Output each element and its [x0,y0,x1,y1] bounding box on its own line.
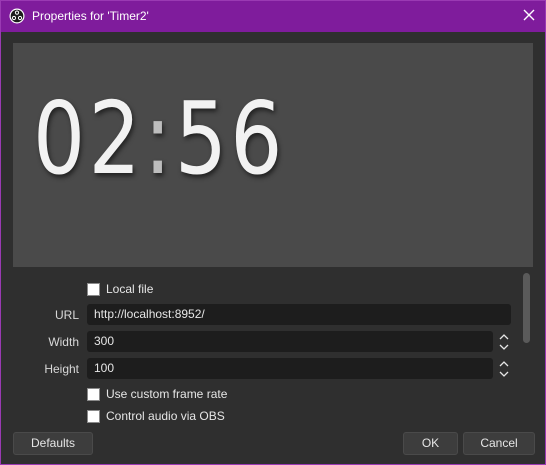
control-audio-row[interactable]: Control audio via OBS [87,408,225,424]
close-button[interactable] [513,1,545,32]
local-file-row[interactable]: Local file [87,281,153,297]
close-icon [523,9,535,24]
custom-frame-rate-label: Use custom frame rate [106,387,228,401]
timer-minutes: 02 [33,80,144,197]
ok-button[interactable]: OK [403,432,458,455]
control-audio-label: Control audio via OBS [106,409,225,423]
height-input[interactable]: 100 [87,358,493,379]
url-label: URL [54,308,79,322]
chevron-up-icon[interactable] [497,331,511,341]
timer-display: 02:56 [33,89,286,189]
chevron-up-icon[interactable] [497,358,511,368]
width-input[interactable]: 300 [87,331,493,352]
properties-dialog: Properties for 'Timer2' 02:56 Local file… [0,0,546,465]
height-label: Height [44,362,79,376]
obs-logo-icon [9,8,25,24]
local-file-label: Local file [106,282,154,296]
title-bar: Properties for 'Timer2' [1,1,545,32]
vertical-scrollbar[interactable] [523,273,530,343]
defaults-button[interactable]: Defaults [13,432,93,455]
local-file-checkbox[interactable] [87,282,100,296]
cancel-button[interactable]: Cancel [463,432,535,455]
properties-panel: Local file URL http://localhost:8952/ Wi… [1,271,545,426]
custom-frame-rate-row[interactable]: Use custom frame rate [87,386,227,402]
control-audio-checkbox[interactable] [87,409,100,423]
timer-seconds: 56 [174,80,286,197]
width-stepper[interactable] [497,331,511,352]
custom-frame-rate-checkbox[interactable] [87,387,100,401]
chevron-down-icon[interactable] [497,369,511,379]
height-stepper[interactable] [497,358,511,379]
url-input[interactable]: http://localhost:8952/ [87,304,511,325]
width-label: Width [48,335,79,349]
timer-separator: : [143,80,175,197]
chevron-down-icon[interactable] [497,342,511,352]
source-preview: 02:56 [13,43,533,267]
window-title: Properties for 'Timer2' [32,9,149,23]
